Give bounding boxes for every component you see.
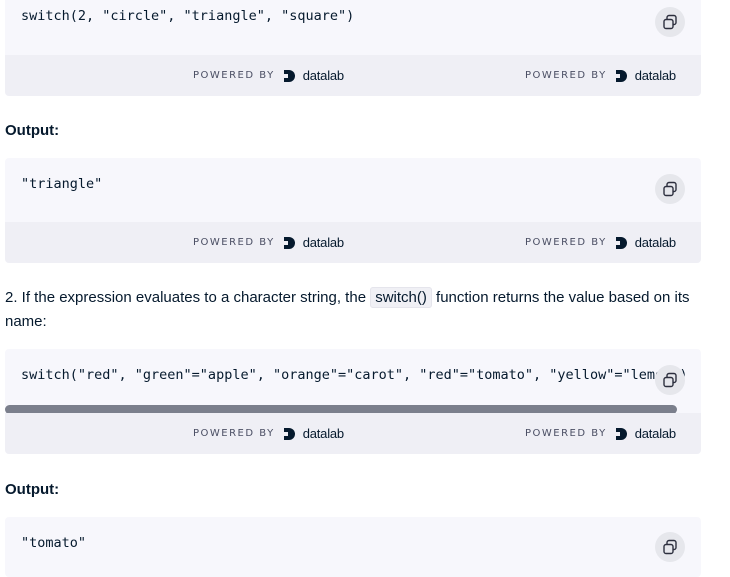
datalab-brand: datalab (302, 68, 344, 83)
powered-by-right[interactable]: POWERED BY datalab (525, 413, 676, 454)
datalab-logo-icon (615, 69, 627, 82)
powered-by-right[interactable]: POWERED BY datalab (525, 222, 676, 263)
datalab-brand: datalab (634, 235, 676, 250)
powered-by-bar: POWERED BY datalab POWERED BY datalab (5, 222, 701, 263)
code-block-3: switch("red", "green"="apple", "orange"=… (5, 349, 701, 454)
powered-by-bar: POWERED BY datalab POWERED BY datalab (5, 55, 701, 96)
code-text[interactable]: "triangle" (21, 176, 621, 192)
powered-by-left[interactable]: POWERED BY datalab (193, 413, 344, 454)
copy-button[interactable] (655, 365, 685, 395)
copy-icon (663, 14, 677, 30)
powered-by-right[interactable]: POWERED BY datalab (525, 55, 676, 96)
datalab-brand: datalab (634, 68, 676, 83)
datalab-logo-icon (283, 427, 295, 440)
datalab-logo-icon (615, 236, 627, 249)
paragraph-text-before: 2. If the expression evaluates to a char… (5, 289, 371, 306)
powered-by-label: POWERED BY (193, 70, 275, 81)
code-block-1: switch(2, "circle", "triangle", "square"… (5, 0, 701, 96)
powered-by-bar: POWERED BY datalab POWERED BY datalab (5, 413, 701, 454)
code-block-4: "tomato" (5, 517, 701, 577)
datalab-brand: datalab (634, 426, 676, 441)
datalab-logo-icon (283, 236, 295, 249)
copy-button[interactable] (655, 532, 685, 562)
powered-by-label: POWERED BY (193, 428, 275, 439)
copy-button[interactable] (655, 7, 685, 37)
datalab-logo-icon (283, 69, 295, 82)
copy-icon (663, 539, 677, 555)
explanation-paragraph: 2. If the expression evaluates to a char… (5, 286, 695, 334)
output-label: Output: (5, 122, 60, 139)
inline-code-switch: switch() (370, 287, 432, 308)
powered-by-left[interactable]: POWERED BY datalab (193, 222, 344, 263)
copy-button[interactable] (655, 174, 685, 204)
datalab-brand: datalab (302, 426, 344, 441)
code-text[interactable]: "tomato" (21, 535, 621, 551)
datalab-brand: datalab (302, 235, 344, 250)
datalab-logo-icon (615, 427, 627, 440)
powered-by-label: POWERED BY (193, 237, 275, 248)
code-text[interactable]: switch(2, "circle", "triangle", "square"… (21, 8, 621, 24)
copy-icon (663, 181, 677, 197)
powered-by-label: POWERED BY (525, 428, 607, 439)
code-block-2: "triangle" POWERED BY datalab POWERED BY… (5, 158, 701, 263)
powered-by-left[interactable]: POWERED BY datalab (193, 55, 344, 96)
copy-icon (663, 372, 677, 388)
output-label: Output: (5, 481, 60, 498)
powered-by-label: POWERED BY (525, 237, 607, 248)
powered-by-label: POWERED BY (525, 70, 607, 81)
code-text[interactable]: switch("red", "green"="apple", "orange"=… (21, 367, 701, 383)
